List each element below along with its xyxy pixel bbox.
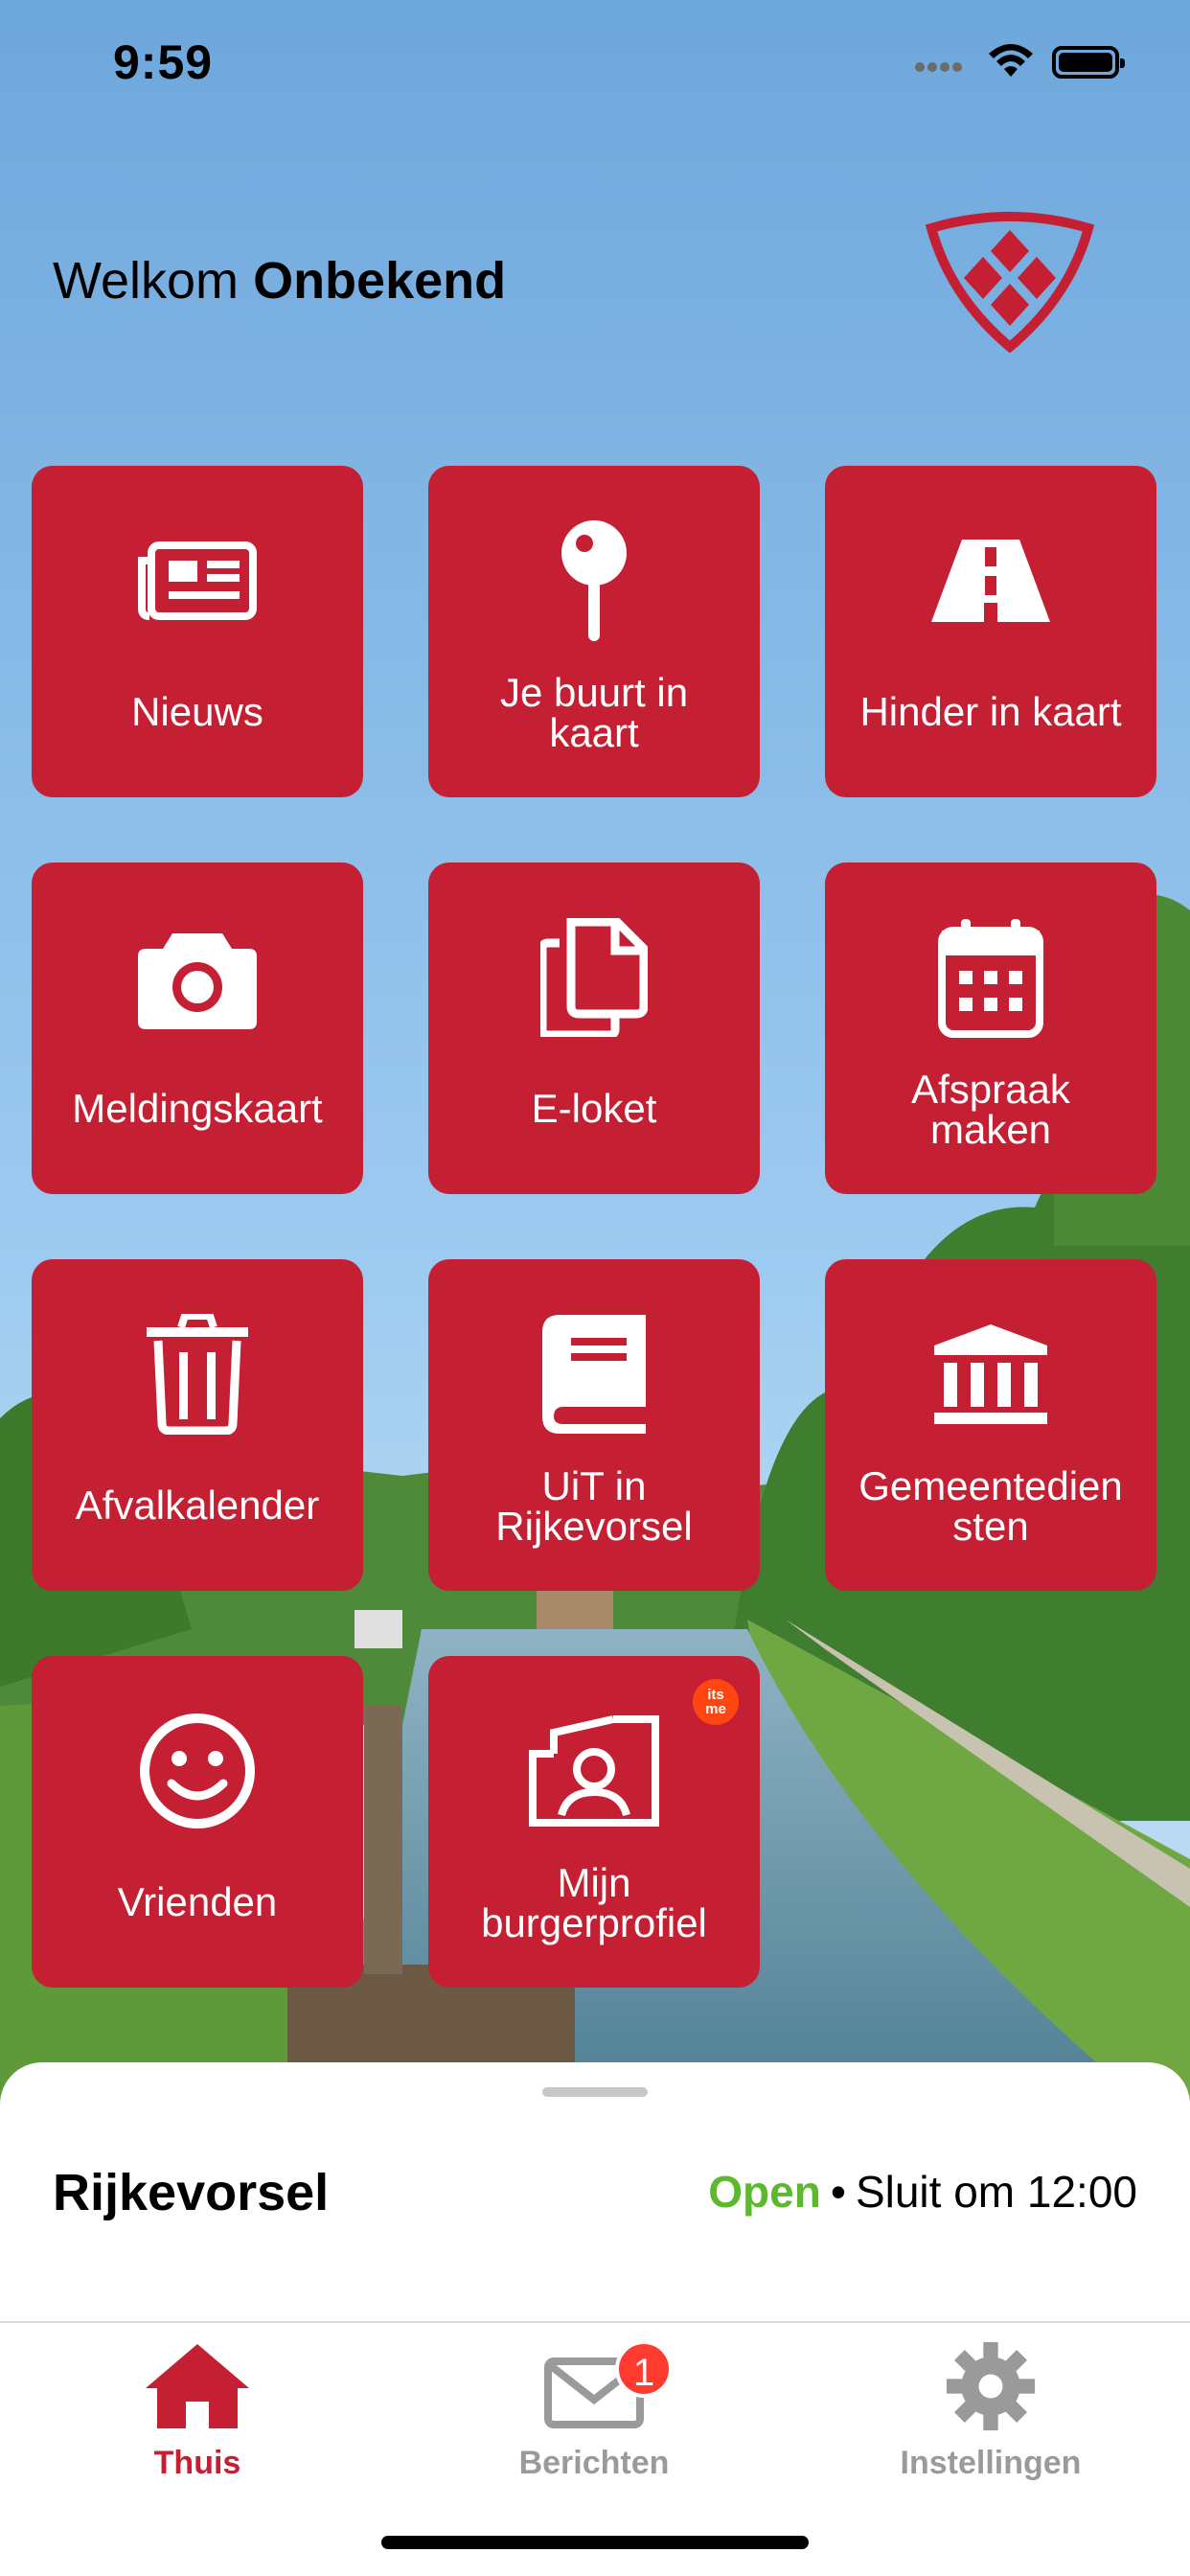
smiley-icon [140,1714,255,1828]
sheet-drag-handle[interactable] [542,2087,648,2097]
tab-label: Berichten [518,2445,670,2481]
tile-mijn-burgerprofiel[interactable]: its me Mijn burgerprofiel [428,1656,760,1988]
tile-meldingskaart[interactable]: Meldingskaart [32,862,363,1194]
camera-icon [138,933,257,1029]
closing-time: Sluit om 12:00 [855,2167,1137,2217]
opening-status: Open • Sluit om 12:00 [708,2166,1137,2218]
copy-documents-icon [540,918,648,1037]
municipality-logo-icon [926,212,1094,353]
opening-hours-sheet[interactable]: Rijkevorsel Open • Sluit om 12:00 [0,2062,1190,2321]
welcome-prefix: Welkom [53,252,240,310]
tile-gemeentediensten[interactable]: Gemeentedien sten [825,1259,1156,1591]
institution-icon [934,1324,1047,1424]
tab-label: Thuis [153,2445,241,2481]
tab-instellingen[interactable]: Instellingen [847,2340,1134,2482]
tile-hinder-in-kaart[interactable]: Hinder in kaart [825,466,1156,797]
calendar-icon [938,919,1043,1038]
tile-label: Meldingskaart [72,1086,323,1131]
welcome-heading: Welkom Onbekend [53,251,506,310]
book-icon [542,1315,646,1434]
tile-label: Vrienden [117,1879,278,1924]
tab-berichten[interactable]: 1 Berichten [450,2340,738,2482]
profile-card-icon [529,1715,659,1827]
gear-icon [946,2341,1036,2431]
open-status: Open [708,2167,821,2217]
tile-label: E-loket [531,1086,657,1131]
tile-label: Nieuws [131,689,263,734]
battery-icon [1052,46,1125,79]
tile-label: Hinder in kaart [859,689,1122,734]
tile-afvalkalender[interactable]: Afvalkalender [32,1259,363,1591]
tile-label: Mijn burgerprofiel [481,1860,707,1945]
user-name: Onbekend [253,252,507,310]
cellular-signal-icon [915,59,965,77]
tile-label: Afspraak maken [911,1067,1070,1152]
home-icon [146,2344,249,2428]
tile-nieuws[interactable]: Nieuws [32,466,363,797]
unread-badge: 1 [615,2340,673,2398]
tile-uit-in-rijkevorsel[interactable]: UiT in Rijkevorsel [428,1259,760,1591]
tab-label: Instellingen [900,2445,1082,2481]
status-bar: 9:59 [0,0,1190,134]
home-indicator[interactable] [381,2536,809,2549]
tile-label: Afvalkalender [75,1483,320,1528]
wifi-icon [989,44,1033,77]
separator-dot: • [830,2167,846,2217]
tile-vrienden[interactable]: Vrienden [32,1656,363,1988]
tab-thuis[interactable]: Thuis [54,2340,341,2482]
municipality-name: Rijkevorsel [53,2164,330,2221]
trash-icon [147,1314,248,1435]
tile-je-buurt-in-kaart[interactable]: Je buurt in kaart [428,466,760,797]
status-time: 9:59 [113,35,214,89]
map-pin-icon [561,520,627,641]
tile-label: Je buurt in kaart [499,670,689,755]
newspaper-icon [138,541,257,620]
tile-label: UiT in Rijkevorsel [495,1463,693,1549]
tile-e-loket[interactable]: E-loket [428,862,760,1194]
tile-label: Gemeentedien sten [858,1463,1123,1549]
tile-afspraak-maken[interactable]: Afspraak maken [825,862,1156,1194]
road-icon [931,540,1050,622]
